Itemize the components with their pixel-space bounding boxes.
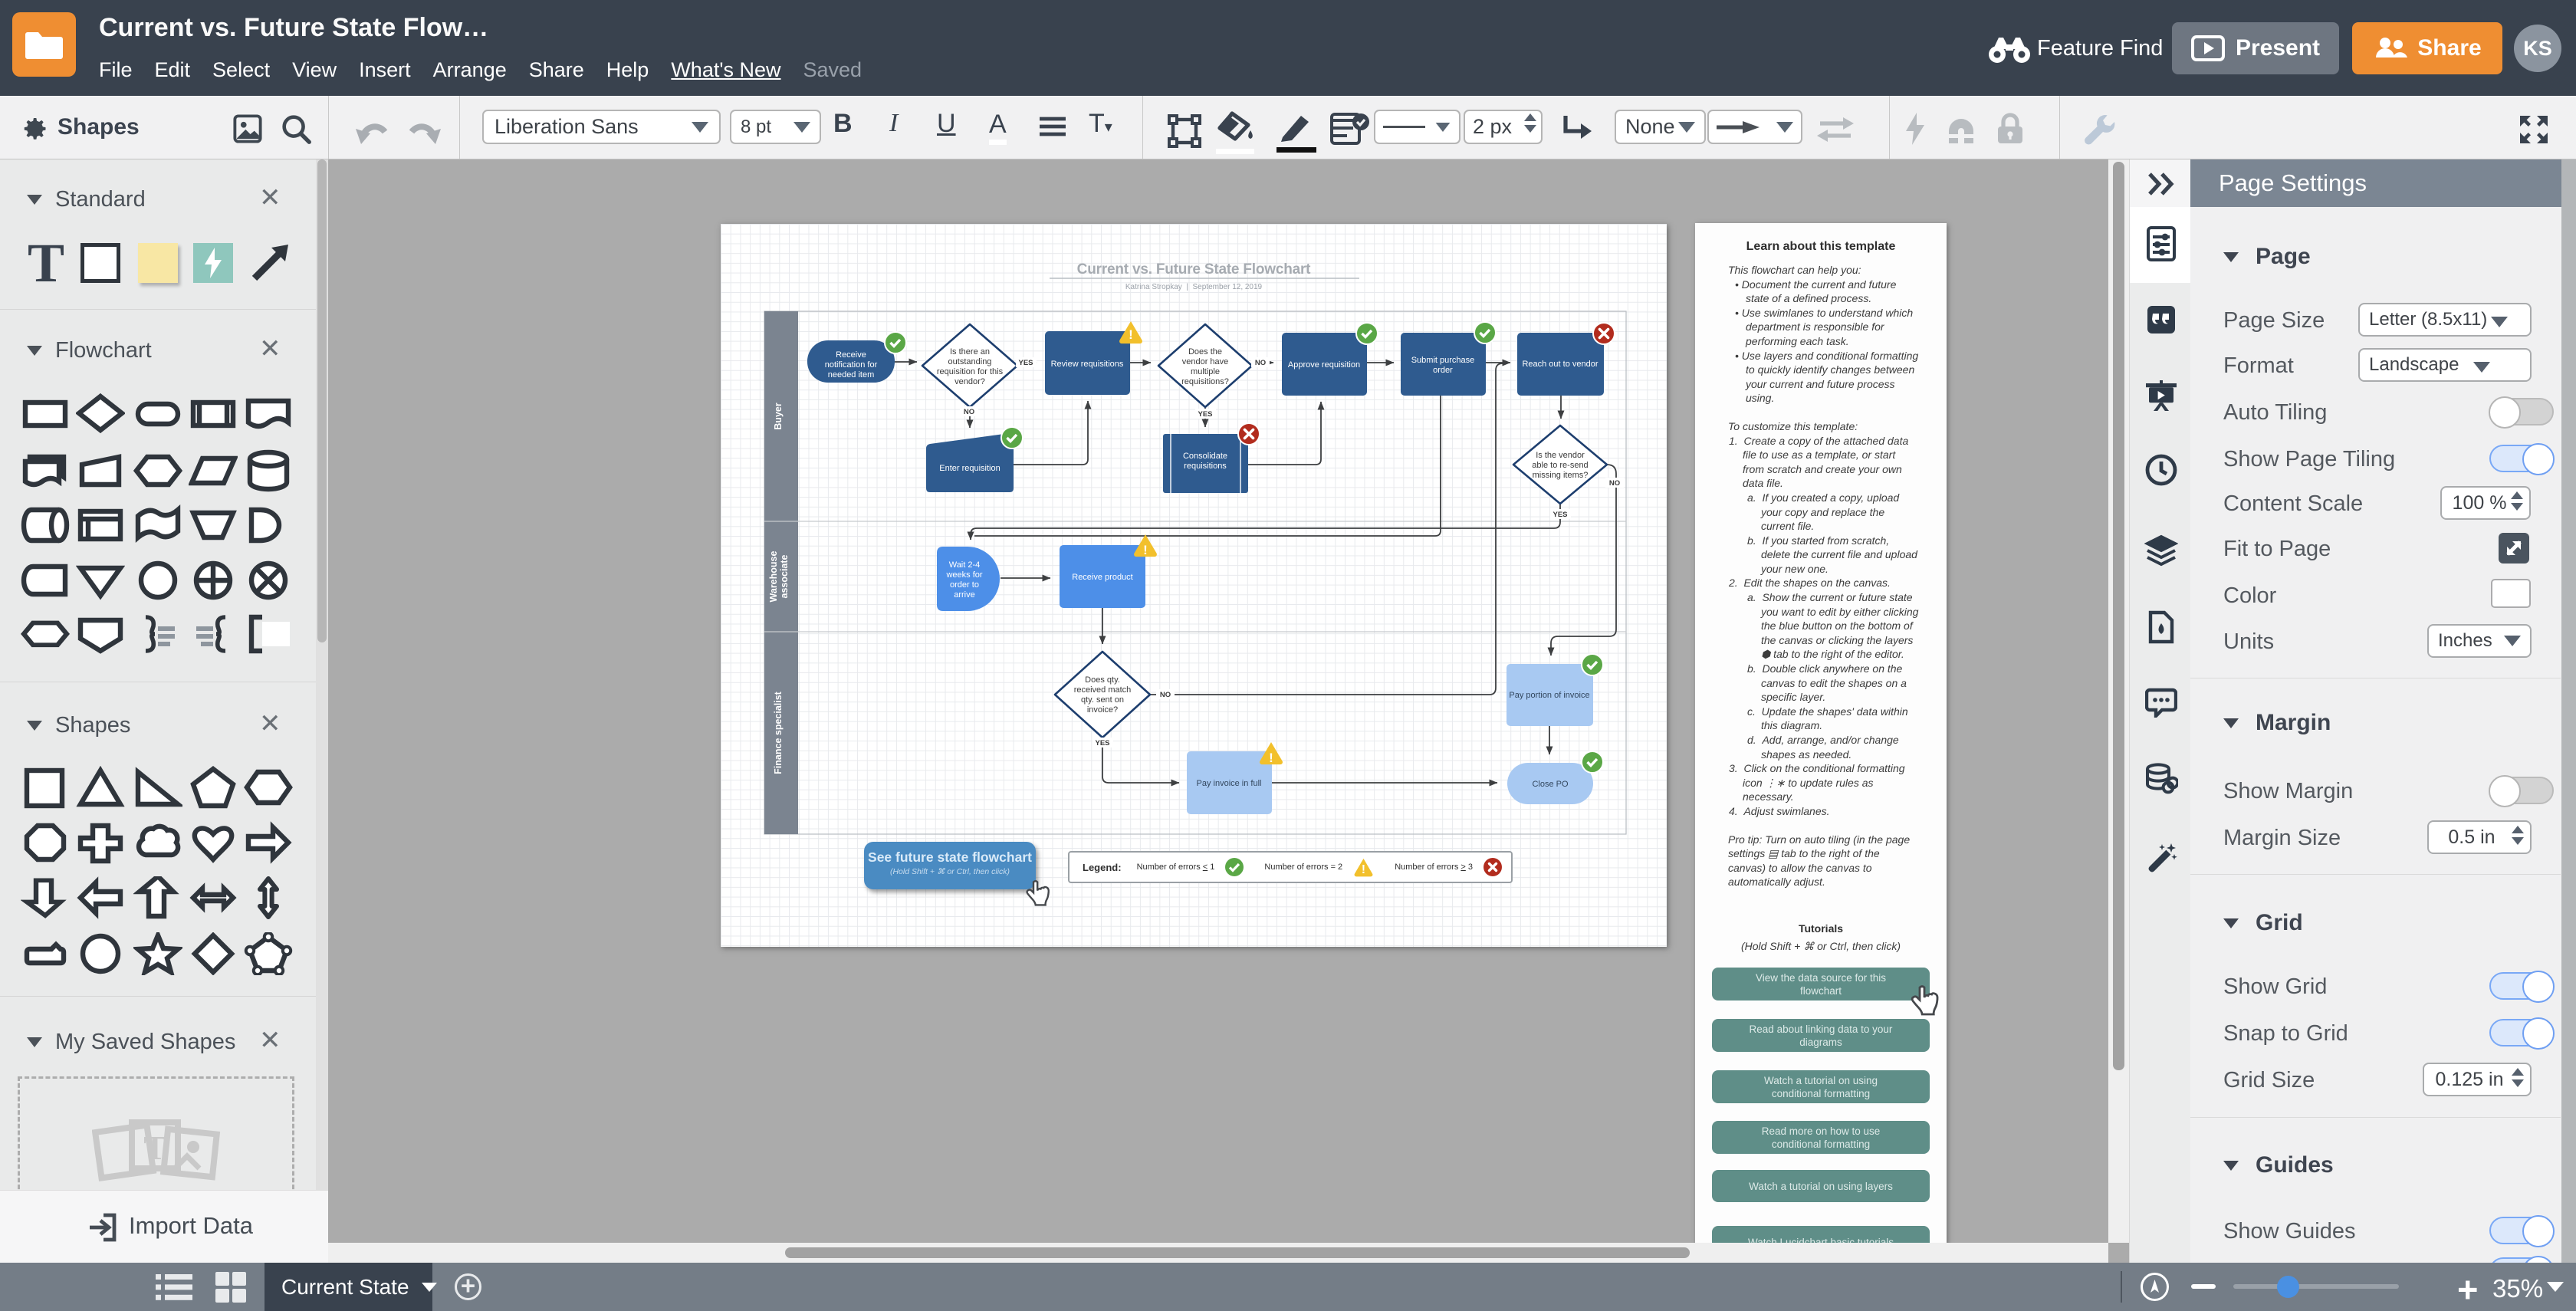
- svg-text:Review requisitions: Review requisitions: [1051, 360, 1124, 369]
- svg-text:Current vs. Future State Flowc: Current vs. Future State Flowchart: [1077, 261, 1312, 278]
- svg-text:NO: NO: [1255, 359, 1266, 367]
- svg-text:Submit purchase: Submit purchase: [1411, 356, 1475, 365]
- svg-text:Katrina Stropkay | September: Katrina Stropkay | September 12, 2019: [1125, 283, 1263, 291]
- svg-text:!: !: [1129, 327, 1133, 342]
- svg-text:NO: NO: [1160, 691, 1171, 699]
- svg-text:requisitions: requisitions: [1184, 462, 1227, 471]
- svg-text:notification for: notification for: [825, 360, 878, 370]
- svg-text:multiple: multiple: [1191, 367, 1220, 376]
- svg-text:Finance specialist: Finance specialist: [773, 691, 784, 774]
- svg-text:!: !: [1143, 543, 1148, 557]
- svg-text:Reach out to vendor: Reach out to vendor: [1522, 360, 1598, 369]
- svg-text:vendor have: vendor have: [1182, 357, 1229, 366]
- svg-text:Receive product: Receive product: [1072, 573, 1133, 582]
- svg-text:arrive: arrive: [954, 590, 975, 600]
- svg-text:Is there an: Is there an: [950, 347, 990, 356]
- svg-text:able to re-send: able to re-send: [1532, 461, 1588, 470]
- svg-text:weeks for: weeks for: [945, 570, 982, 580]
- svg-text:order: order: [1433, 366, 1453, 375]
- svg-text:order to: order to: [950, 580, 979, 590]
- svg-text:Pay invoice in full: Pay invoice in full: [1197, 779, 1262, 788]
- svg-text:Consolidate: Consolidate: [1183, 452, 1227, 461]
- svg-text:Receive: Receive: [836, 350, 866, 360]
- svg-text:Enter requisition: Enter requisition: [939, 464, 1001, 473]
- svg-text:Warehouse: Warehouse: [768, 551, 779, 603]
- svg-text:YES: YES: [1198, 410, 1212, 419]
- svg-text:YES: YES: [1018, 359, 1033, 367]
- svg-text:qty. sent on: qty. sent on: [1081, 695, 1124, 705]
- svg-text:requisition for this: requisition for this: [937, 367, 1004, 376]
- svg-text:Pay portion of invoice: Pay portion of invoice: [1509, 691, 1589, 700]
- svg-text:Wait 2-4: Wait 2-4: [949, 560, 981, 570]
- svg-text:!: !: [1362, 863, 1365, 876]
- svg-text:NO: NO: [1609, 479, 1620, 488]
- svg-text:YES: YES: [1552, 511, 1567, 519]
- svg-text:invoice?: invoice?: [1087, 705, 1118, 715]
- svg-text:YES: YES: [1095, 739, 1109, 748]
- svg-text:needed item: needed item: [828, 370, 875, 380]
- svg-text:Approve requisition: Approve requisition: [1288, 360, 1360, 370]
- svg-text:requisitions?: requisitions?: [1181, 377, 1229, 386]
- svg-text:Is the vendor: Is the vendor: [1536, 451, 1585, 460]
- svg-text:vendor?: vendor?: [955, 377, 985, 386]
- svg-text:Close PO: Close PO: [1532, 780, 1569, 789]
- svg-text:NO: NO: [964, 408, 974, 416]
- svg-text:associate: associate: [779, 554, 790, 598]
- svg-text:received match: received match: [1074, 685, 1132, 695]
- svg-text:Does the: Does the: [1188, 347, 1222, 356]
- svg-text:missing items?: missing items?: [1533, 471, 1589, 480]
- svg-text:Does qty.: Does qty.: [1085, 675, 1120, 685]
- svg-text:!: !: [1269, 751, 1273, 765]
- svg-text:T: T: [143, 1129, 166, 1167]
- svg-text:outstanding: outstanding: [948, 357, 992, 366]
- svg-text:Buyer: Buyer: [773, 402, 784, 430]
